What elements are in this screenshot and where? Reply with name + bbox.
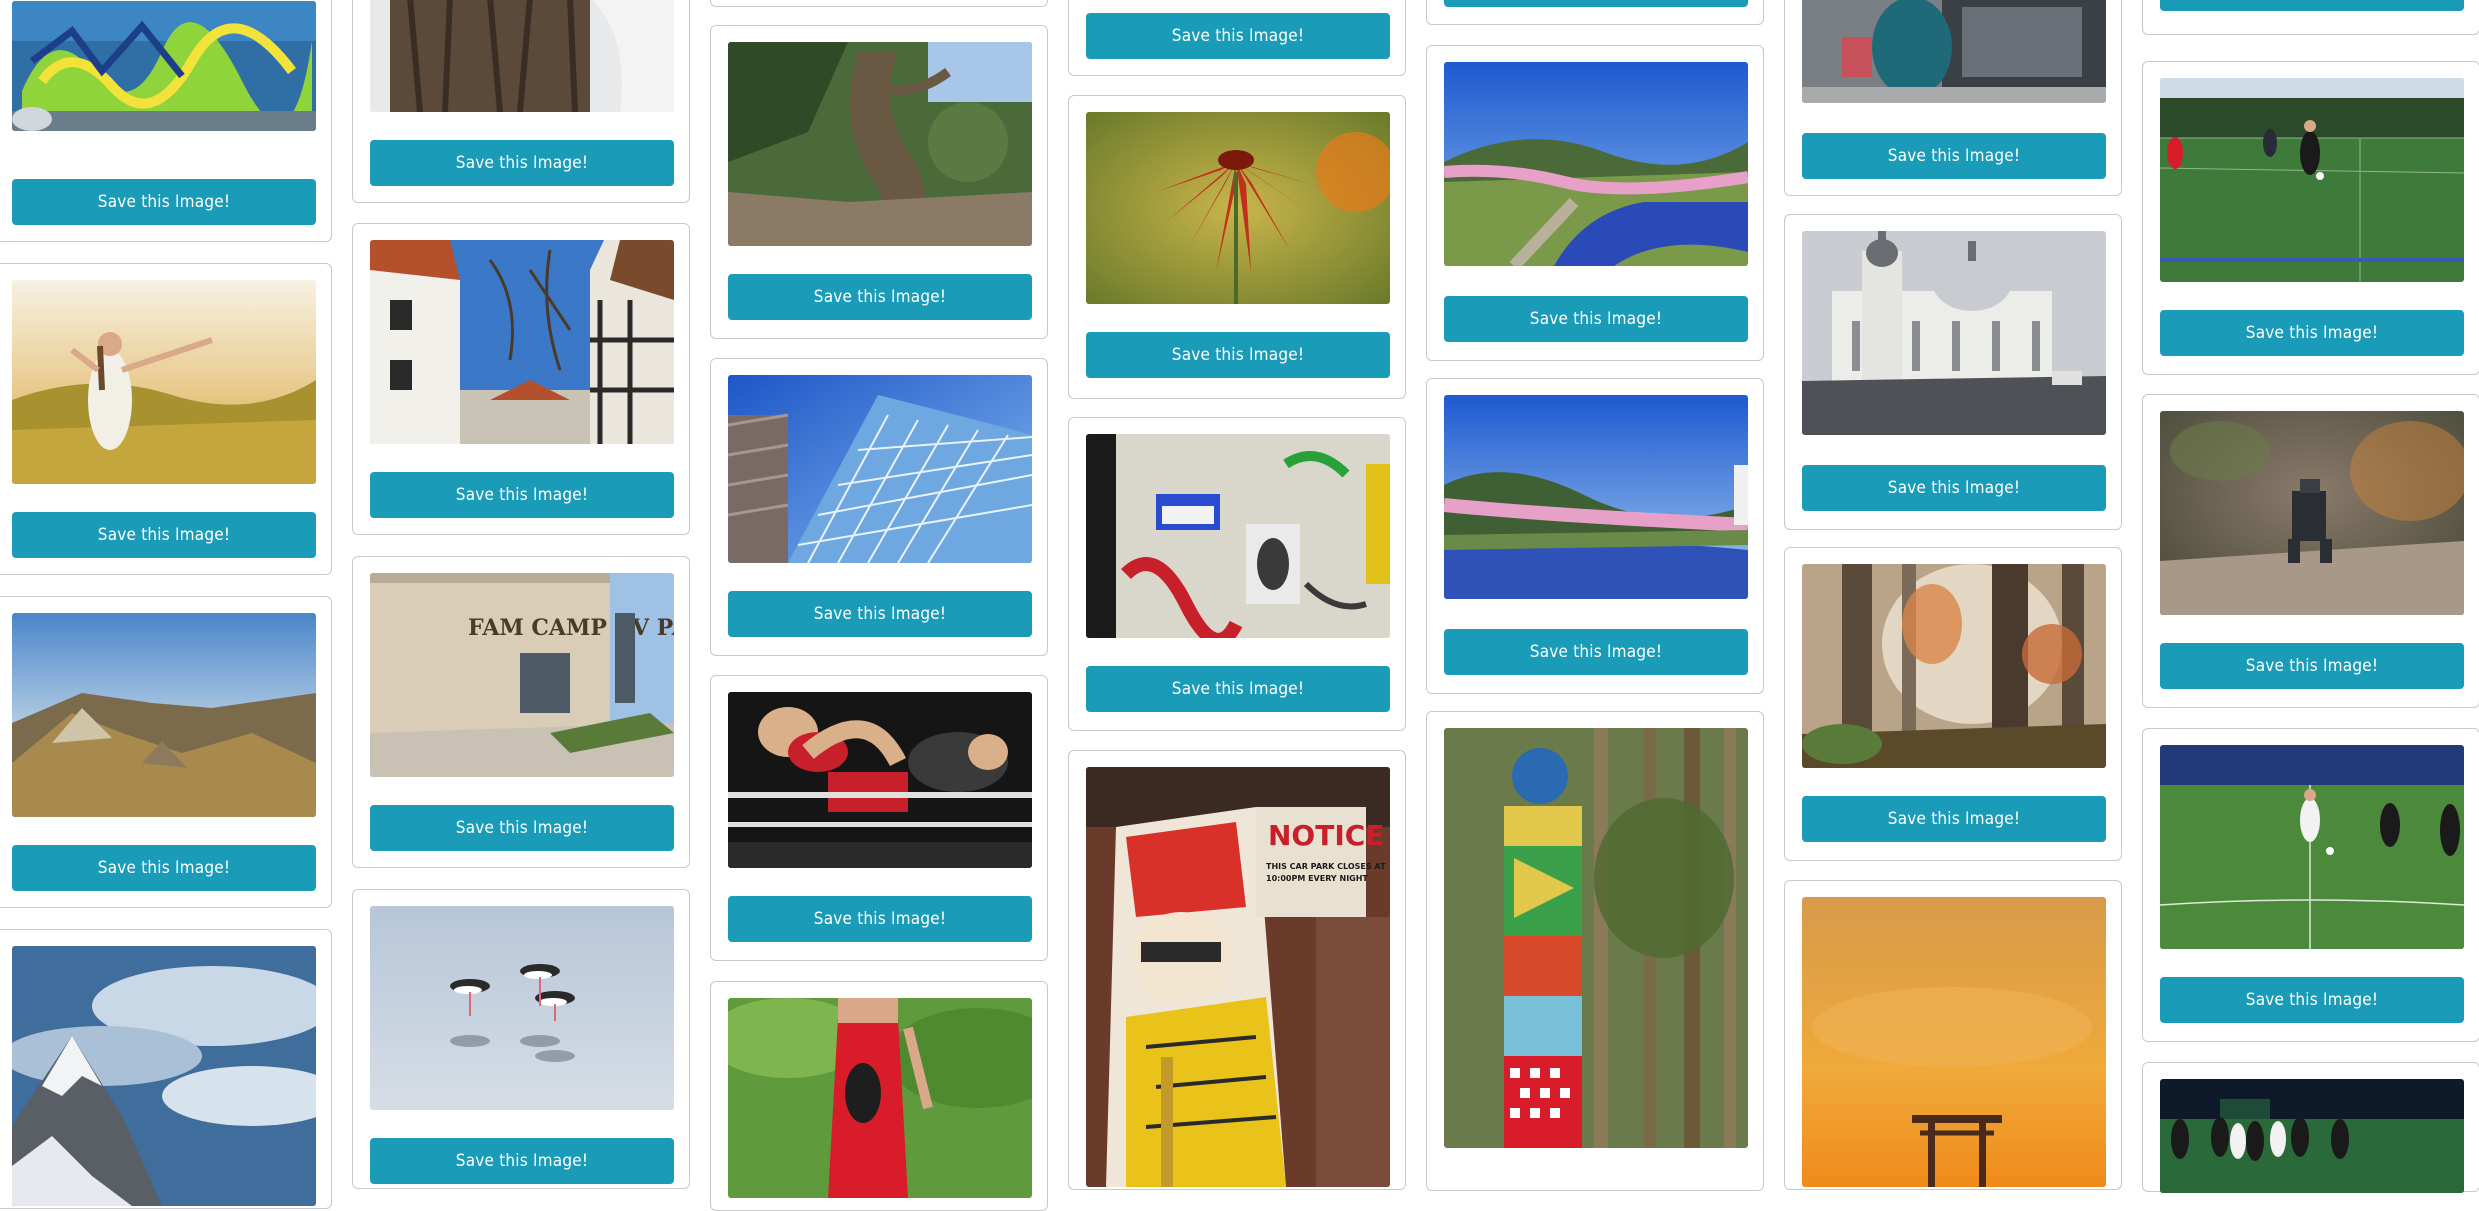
image-card [1784,880,2122,1190]
image-card: Save this Image! [1784,547,2122,861]
photo-tudor-houses [370,240,674,444]
image-card: Save this Image! [2142,0,2479,35]
photo-snowy-peak [12,946,316,1206]
save-image-button[interactable]: Save this Image! [1802,796,2106,842]
notice-text: THIS CAR PARK CLOSES AT [1266,862,1386,871]
image-card: Save this Image! [1426,378,1764,694]
photo-totem-pole [1444,728,1748,1148]
image-card [2142,1062,2479,1193]
image-card: Save this Image! [352,0,690,203]
photo-stilts-birds [370,906,674,1110]
save-image-button[interactable]: Save this Image! [2160,0,2464,11]
photo-soccer-night [2160,745,2464,949]
save-image-button[interactable]: Save this Image! [1444,296,1748,342]
save-image-button[interactable]: Save this Image! [12,845,316,891]
image-card: Save this Image! [0,0,332,242]
image-card: Save this Image! [1784,0,2122,196]
save-image-button[interactable]: Save this Image! [370,472,674,518]
photo-red-flower [1086,112,1390,304]
save-image-button[interactable]: Save this Image! [370,1138,674,1184]
save-image-button[interactable]: Save this Image! [1802,133,2106,179]
image-card: Save this Image! [0,263,332,575]
photo-rv-park: FAM CAMP RV PARK [370,573,674,777]
save-image-button[interactable]: Save this Image! [2160,977,2464,1023]
photo-hilltop [12,613,316,817]
photo-river-blossoms-1 [1444,62,1748,266]
image-card: Save this Image! [352,889,690,1189]
photo-cathedral [1802,231,2106,435]
notice-text: 10:00PM EVERY NIGHT [1266,874,1368,883]
image-card: Save this Image! [2142,728,2479,1042]
image-card: Save this Image! [1068,417,1406,731]
save-image-button[interactable]: Save this Image! [1444,629,1748,675]
image-card: Save this Image! [710,675,1048,961]
photo-misty-forest [1802,564,2106,768]
save-image-button[interactable]: Save this Image! [2160,310,2464,356]
image-card: Save this Image! [2142,394,2479,708]
save-image-button[interactable]: Save this Image! [1802,465,2106,511]
image-card: Save this Image! [1426,0,1764,25]
save-image-button[interactable]: Save this Image! [12,512,316,558]
image-card: Save this Image! [2142,61,2479,375]
photo-twisted-tree [728,42,1032,246]
photo-soccer-day [2160,78,2464,282]
photo-torii-sunset [1802,897,2106,1187]
image-card: Save this Image! [352,223,690,535]
photo-red-dress [728,998,1032,1198]
photo-sticker-wall [1086,434,1390,638]
image-card [710,981,1048,1211]
image-card [0,929,332,1209]
photo-woman-meadow [12,280,316,484]
save-image-button[interactable]: Save this Image! [1086,332,1390,378]
rv-park-sign: FAM CAMP RV PARK [468,615,674,641]
photo-kickboxing [728,692,1032,868]
photo-bus-stop [1802,0,2106,103]
save-image-button[interactable]: Save this Image! [1086,13,1390,59]
photo-glass-tower [728,375,1032,563]
save-image-button[interactable]: Save this Image! [728,591,1032,637]
photo-soccer-team [2160,1079,2464,1193]
photo-graffiti-wall [12,1,316,131]
image-card [710,0,1048,7]
image-card: Save this Image! [0,596,332,908]
photo-toy-figure [2160,411,2464,615]
photo-tree-bark [370,0,674,112]
image-card: NOTICE THIS CAR PARK CLOSES AT 10:00PM E… [1068,750,1406,1190]
photo-river-blossoms-2 [1444,395,1748,599]
photo-notice-mural: NOTICE THIS CAR PARK CLOSES AT 10:00PM E… [1086,767,1390,1187]
save-image-button[interactable]: Save this Image! [370,805,674,851]
image-card: Save this Image! [1426,45,1764,361]
save-image-button[interactable]: Save this Image! [728,896,1032,942]
image-card: FAM CAMP RV PARK Save this Image! [352,556,690,868]
save-image-button[interactable]: Save this Image! [12,179,316,225]
image-card: Save this Image! [1068,0,1406,76]
save-image-button[interactable]: Save this Image! [1086,666,1390,712]
save-image-button[interactable]: Save this Image! [1444,0,1748,7]
save-image-button[interactable]: Save this Image! [728,274,1032,320]
save-image-button[interactable]: Save this Image! [370,140,674,186]
image-card: Save this Image! [710,358,1048,656]
image-card: Save this Image! [710,25,1048,339]
image-card: Save this Image! [1784,214,2122,530]
image-card [1426,711,1764,1191]
save-image-button[interactable]: Save this Image! [2160,643,2464,689]
notice-title: NOTICE [1268,819,1384,852]
image-card: Save this Image! [1068,95,1406,399]
